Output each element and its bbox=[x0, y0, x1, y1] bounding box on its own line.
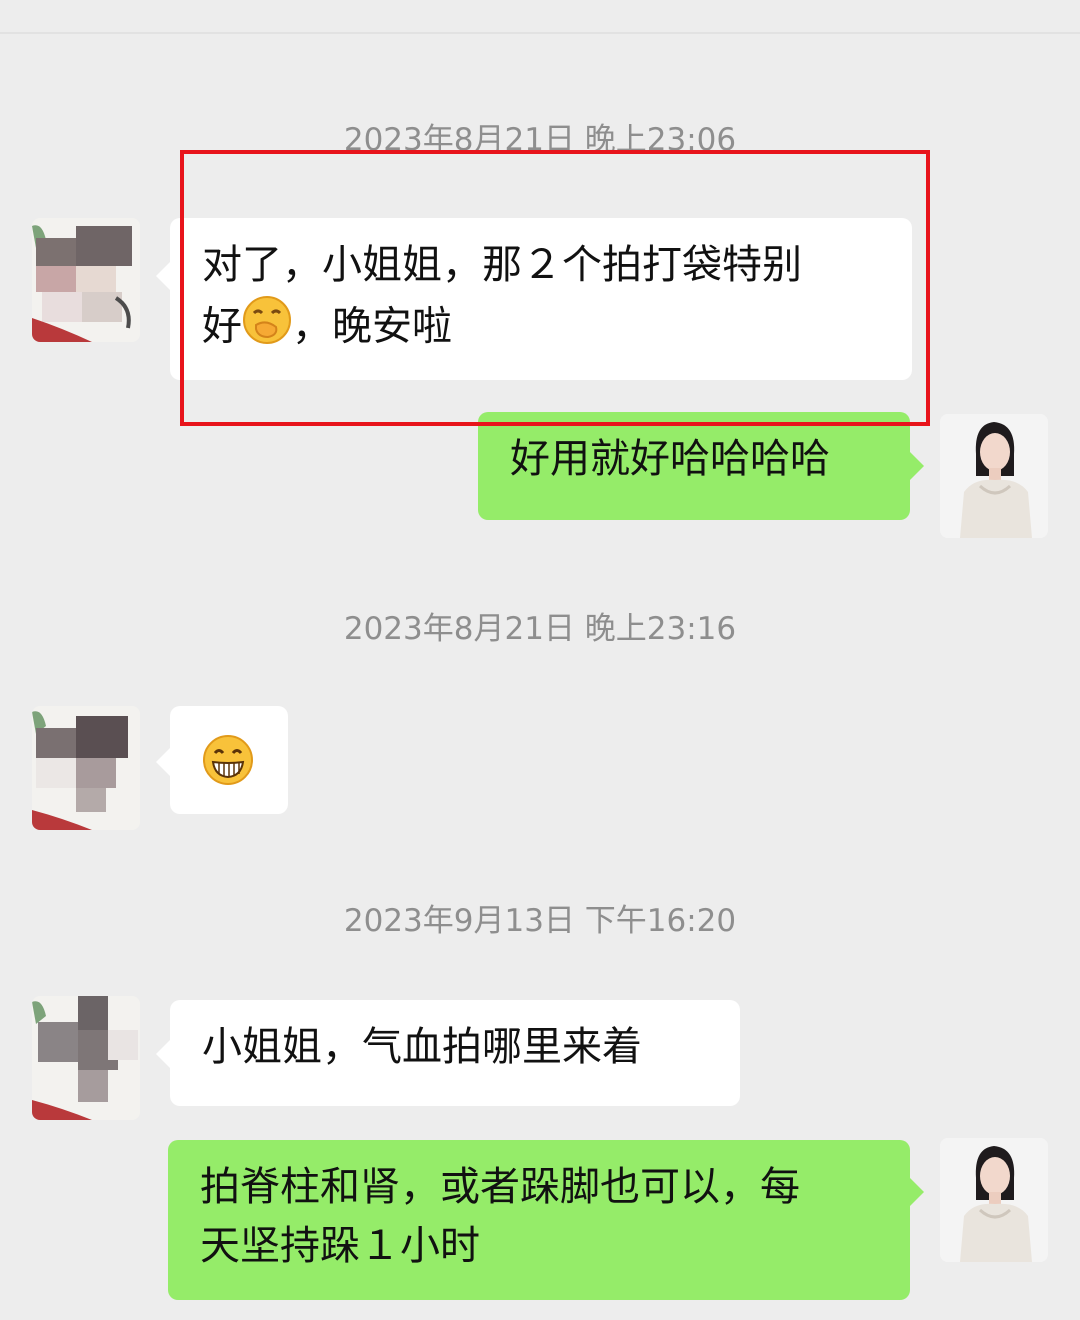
avatar-self[interactable] bbox=[940, 414, 1048, 538]
avatar-contact[interactable] bbox=[32, 218, 140, 342]
avatar-self[interactable] bbox=[940, 1138, 1048, 1262]
message-text: 好用就好哈哈哈哈 bbox=[510, 436, 830, 482]
grinning-face-emoji bbox=[202, 734, 254, 803]
avatar-image bbox=[940, 1138, 1048, 1262]
message-text: 小姐姐，气血拍哪里来着 bbox=[202, 1024, 642, 1070]
avatar-image bbox=[32, 706, 140, 830]
timestamp: 2023年8月21日 晚上23:16 bbox=[343, 611, 737, 647]
outgoing-message-bubble[interactable]: 好用就好哈哈哈哈 bbox=[478, 412, 910, 520]
bubble-tail bbox=[156, 748, 170, 776]
avatar-image bbox=[32, 996, 140, 1120]
highlight-box bbox=[180, 150, 930, 426]
top-divider bbox=[0, 32, 1080, 34]
bubble-tail bbox=[910, 452, 924, 480]
timestamp: 2023年9月13日 下午16:20 bbox=[343, 903, 737, 939]
incoming-emoji-bubble[interactable] bbox=[170, 706, 288, 814]
avatar-contact[interactable] bbox=[32, 706, 140, 830]
bubble-tail bbox=[910, 1178, 924, 1206]
outgoing-message-bubble[interactable]: 拍脊柱和肾，或者跺脚也可以，每 天坚持跺１小时 bbox=[168, 1140, 910, 1300]
avatar-image bbox=[32, 218, 140, 342]
message-line: 拍脊柱和肾，或者跺脚也可以，每 bbox=[200, 1164, 800, 1210]
message-line: 天坚持跺１小时 bbox=[200, 1223, 480, 1269]
bubble-tail bbox=[156, 1040, 170, 1068]
avatar-image bbox=[940, 414, 1048, 538]
avatar-contact[interactable] bbox=[32, 996, 140, 1120]
bubble-tail bbox=[156, 262, 170, 290]
incoming-message-bubble[interactable]: 小姐姐，气血拍哪里来着 bbox=[170, 1000, 740, 1106]
